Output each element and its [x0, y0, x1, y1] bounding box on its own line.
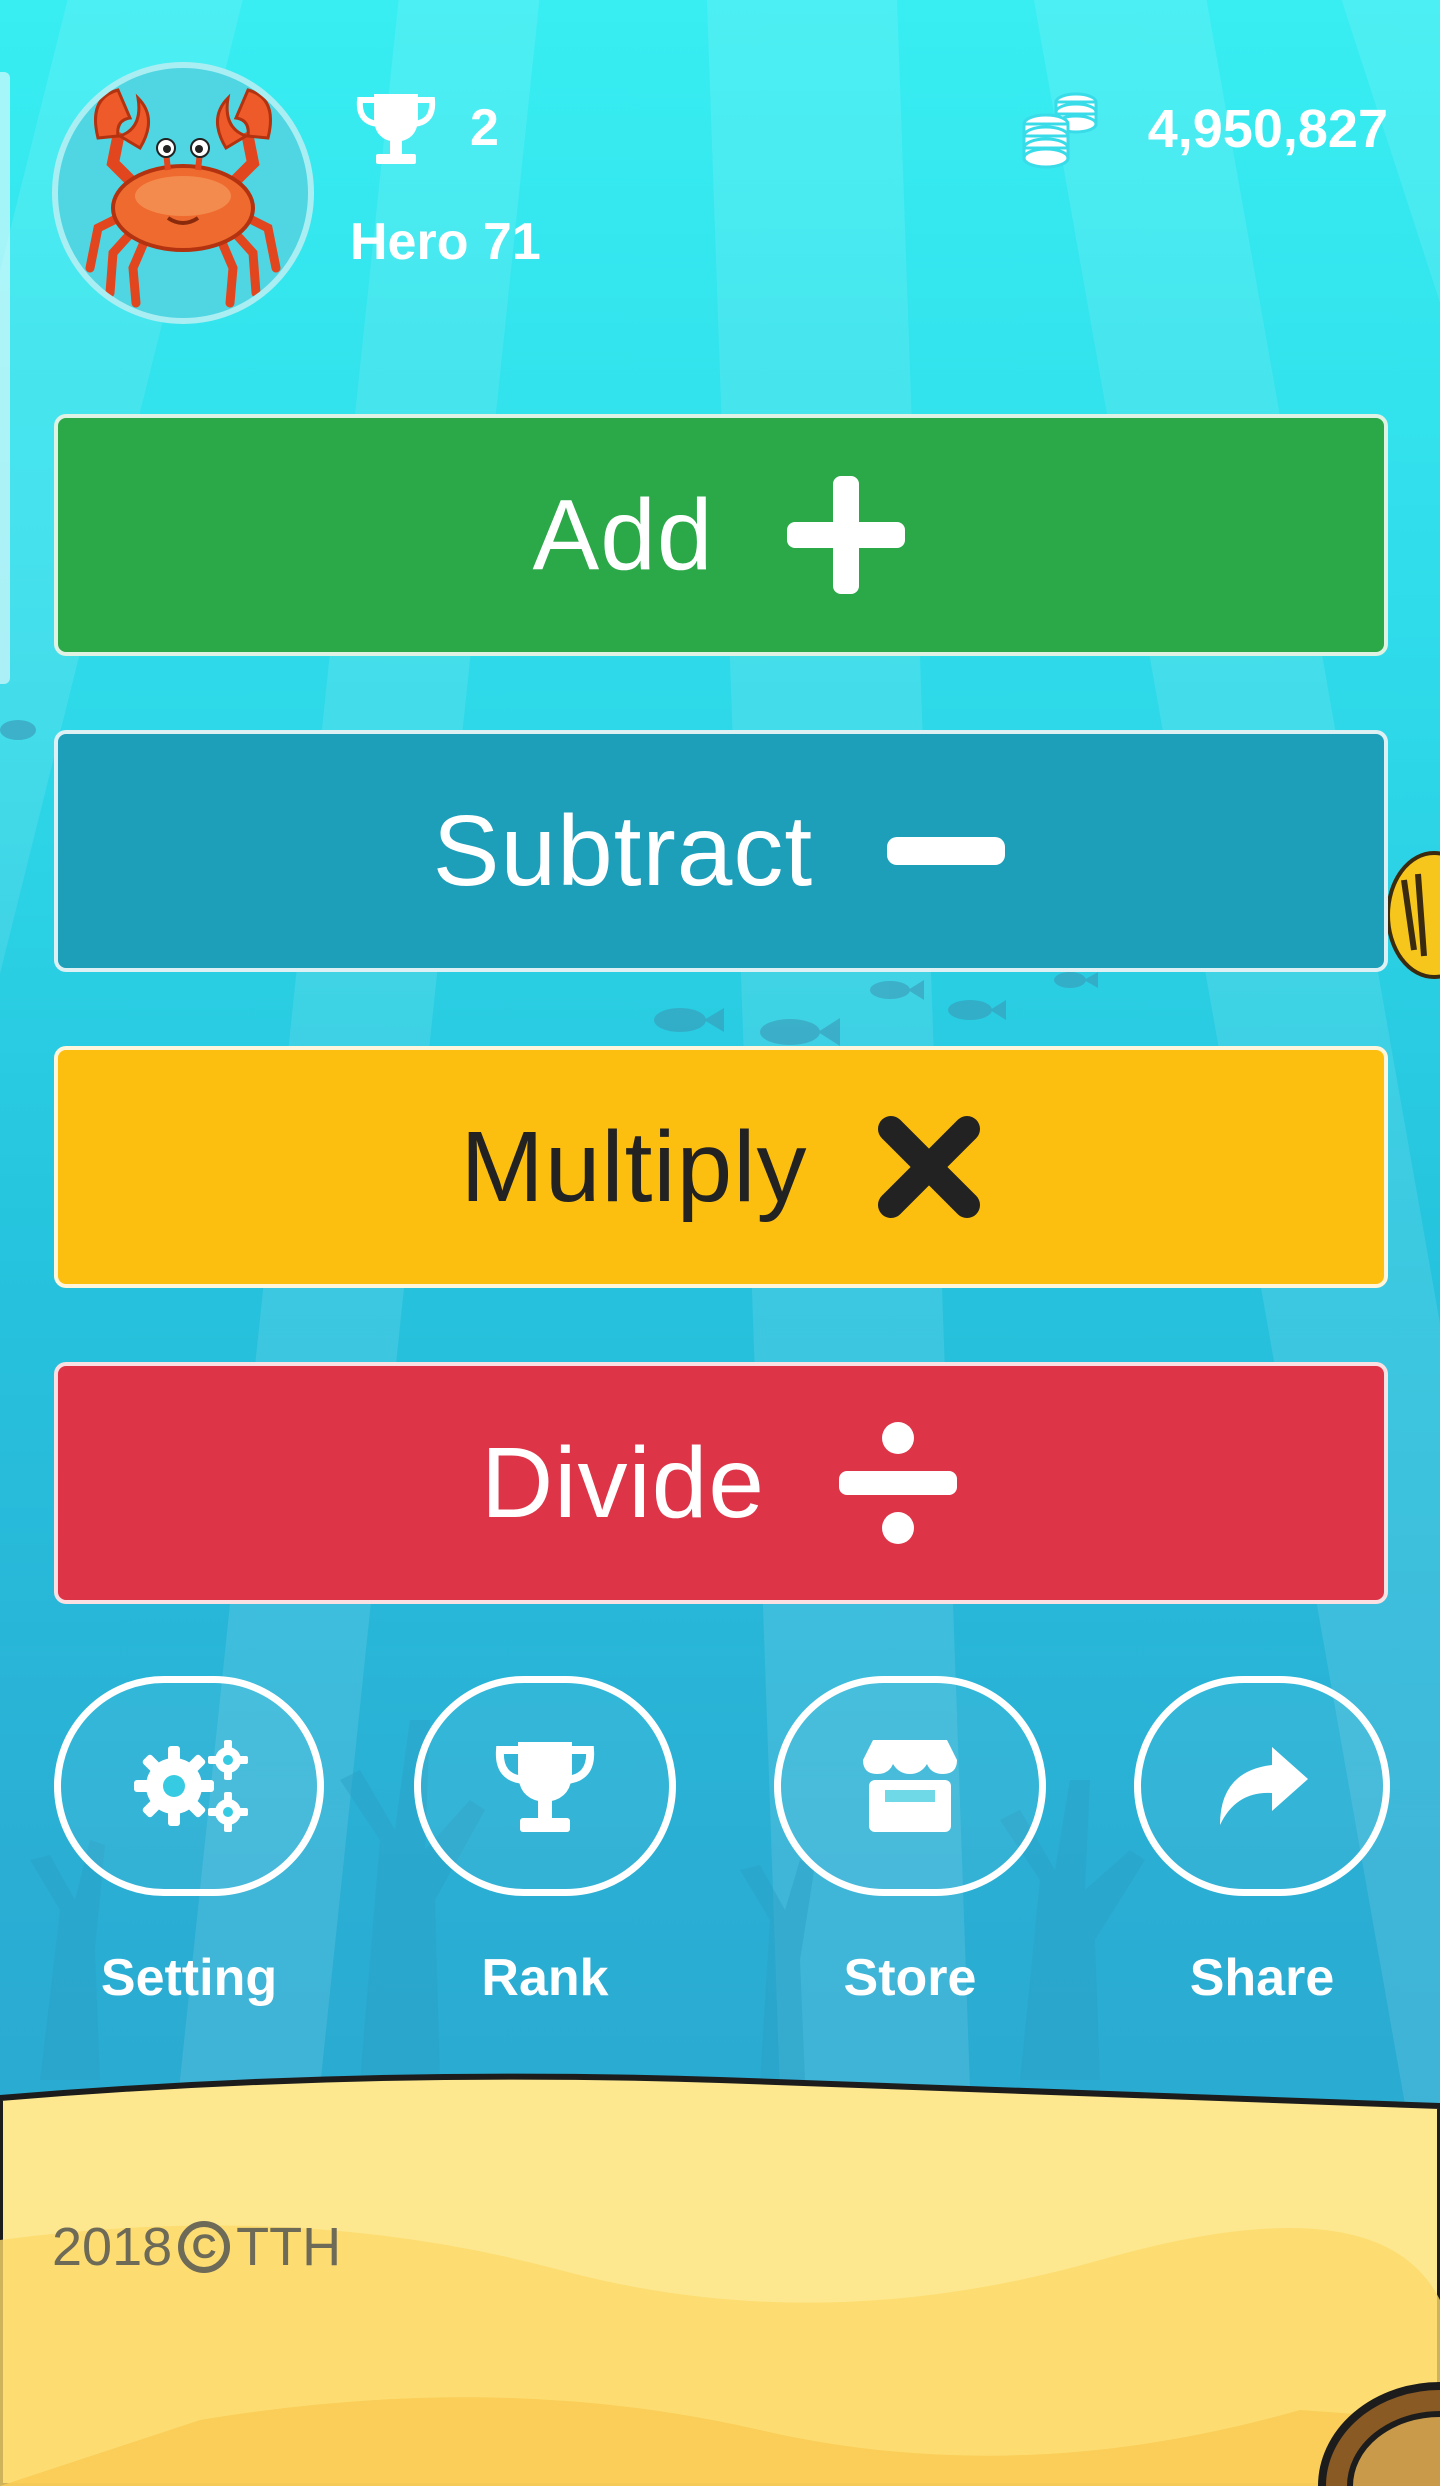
store-button[interactable]	[774, 1676, 1046, 1896]
copyright-notice: 2018 C TTH	[52, 2216, 341, 2278]
subtract-button[interactable]: Subtract	[54, 730, 1388, 972]
side-scroll-indicator	[0, 72, 10, 684]
background-fish-school	[654, 972, 1098, 1046]
copyright-year: 2018	[52, 2217, 173, 2277]
trophy-icon	[495, 1742, 595, 1832]
add-button[interactable]: Add	[54, 414, 1388, 656]
share-icon	[1220, 1747, 1308, 1825]
player-avatar[interactable]	[52, 62, 314, 324]
trophy-count: 2	[470, 99, 499, 157]
share-button[interactable]	[1134, 1676, 1390, 1896]
multiply-icon	[877, 1115, 981, 1219]
multiply-label: Multiply	[460, 1110, 808, 1223]
minus-icon	[883, 831, 1009, 871]
copyright-icon: C	[178, 2221, 231, 2273]
crab-icon	[85, 88, 281, 308]
background-fish-left	[0, 720, 36, 740]
divide-button[interactable]: Divide	[54, 1362, 1388, 1604]
rank-label: Rank	[481, 1949, 609, 2007]
setting-button[interactable]	[54, 1676, 324, 1896]
store-label: Store	[843, 1949, 977, 2007]
plus-icon	[783, 472, 909, 598]
add-label: Add	[532, 478, 714, 591]
store-icon	[863, 1740, 957, 1832]
multiply-button[interactable]: Multiply	[54, 1046, 1388, 1288]
divide-label: Divide	[481, 1426, 765, 1539]
coins-icon	[1022, 92, 1098, 169]
share-label: Share	[1189, 1949, 1335, 2007]
trophy-icon	[356, 94, 436, 164]
divide-icon	[835, 1420, 961, 1546]
gears-icon	[134, 1740, 248, 1832]
setting-label: Setting	[100, 1949, 278, 2007]
coin-balance: 4,950,827	[1147, 99, 1388, 159]
yellow-fish	[1386, 851, 1440, 979]
player-name: Hero 71	[350, 213, 541, 271]
rank-button[interactable]	[414, 1676, 676, 1896]
subtract-label: Subtract	[432, 794, 814, 907]
copyright-owner: TTH	[236, 2217, 342, 2277]
